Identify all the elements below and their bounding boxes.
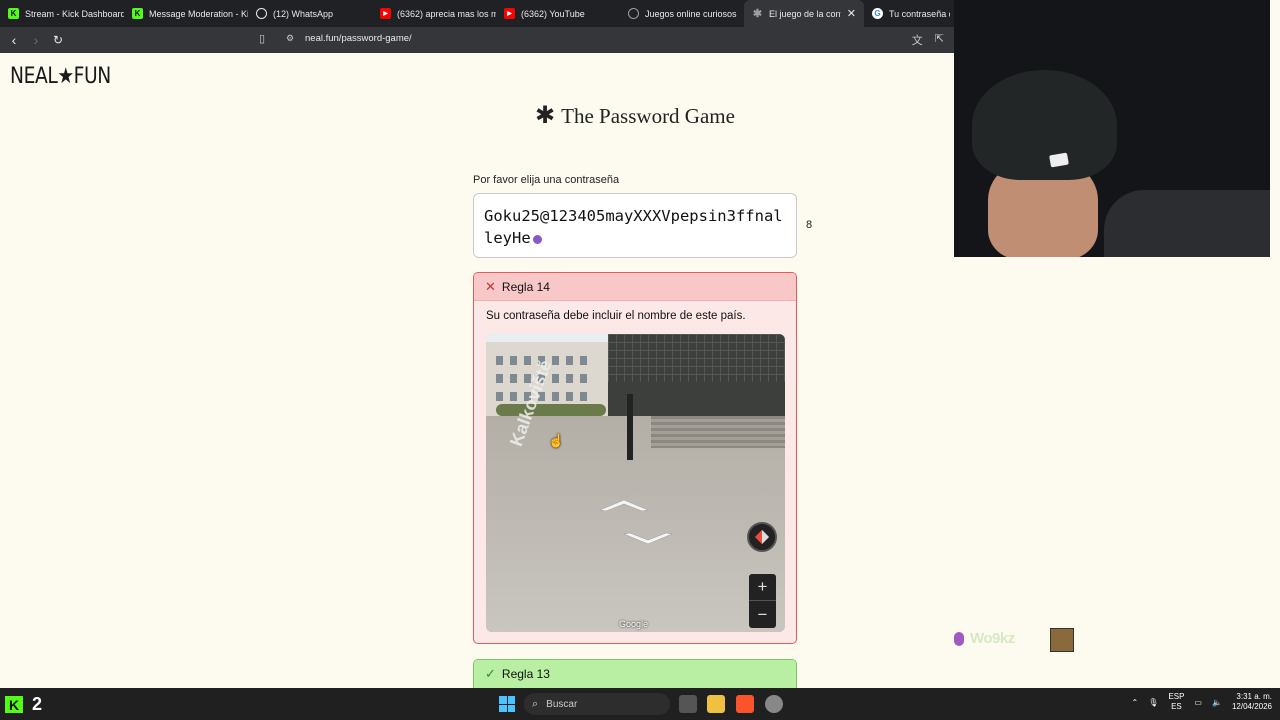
tab-message-moderation[interactable]: K Message Moderation - Ki [124,0,248,27]
zoom-controls: + − [749,574,776,628]
clock[interactable]: 3:31 a. m. 12/04/2026 [1232,692,1272,712]
tab-label: (12) WhatsApp [273,8,334,19]
hand-cursor-icon: ☝ [548,433,565,448]
chrome-icon[interactable] [765,695,783,713]
tab-label: Juegos online curiosos [645,8,737,19]
google-icon: G [872,8,883,19]
rule-title: Regla 14 [501,279,550,294]
tab-youtube-video[interactable]: ▶ (6362) aprecia mas los m [372,0,496,27]
rule-13: ✓ Regla 13 [473,659,797,688]
overlay-area [954,257,1270,688]
tab-label: (6362) YouTube [521,8,585,19]
tab-strip: K Stream - Kick Dashboard K Message Mode… [0,0,954,27]
page-right-edge [1270,0,1280,688]
move-back-arrow[interactable] [622,532,674,546]
zoom-out-button[interactable]: − [749,601,776,628]
clock-date: 12/04/2026 [1231,702,1272,711]
kick-icon[interactable]: K [5,696,23,713]
windows-taskbar: K 2 ⌕ Buscar ⌃ 🎙 ESP ES ▭ 🔈 3:31 a. m. 1… [0,688,1280,720]
tab-label: Stream - Kick Dashboard [25,8,124,19]
rule-text: Su contraseña debe incluir el nombre de … [486,310,746,322]
star-icon: ✱ [752,8,763,20]
windows-start-icon[interactable] [499,696,515,712]
tab-kick-dashboard[interactable]: K Stream - Kick Dashboard [0,0,124,27]
lang-code: ESP [1168,692,1185,701]
chat-user-badge: Wo9kz [954,628,1074,652]
language-indicator[interactable]: ESP ES [1168,692,1184,712]
clock-time: 3:31 a. m. [1236,692,1272,701]
check-icon: ✓ [485,666,496,681]
volume-icon[interactable]: 🔈 [1212,698,1222,707]
purple-circle-icon [532,235,542,244]
avatar [1050,628,1074,652]
map-ground [486,416,785,632]
task-view-icon[interactable] [679,695,697,713]
microphone-icon [954,631,964,646]
page-icon [628,8,639,19]
webcam-overlay [954,0,1270,257]
tab-juegos-online[interactable]: Juegos online curiosos [620,0,744,27]
microphone-icon[interactable]: 🎙 [1148,698,1158,707]
back-icon[interactable]: ‹ [4,30,24,50]
zoom-in-button[interactable]: + [749,574,776,601]
system-tray: ⌃ 🎙 ESP ES ▭ 🔈 3:31 a. m. 12/04/2026 [1132,692,1272,712]
site-info-icon[interactable]: ⚙ [286,33,294,44]
youtube-icon: ▶ [504,8,515,19]
webcam-background [1104,190,1270,257]
character-count: 8 [806,219,813,231]
address-bar: ‹ › ↻ ▯ ⚙ neal.fun/password-game/ 文 ⇱ [0,27,954,53]
page-title-text: The Password Game [561,104,735,128]
webcam-cap [972,70,1117,180]
network-icon[interactable]: ▭ [1194,698,1202,707]
translate-icon[interactable]: 文 [912,32,923,48]
password-text: Goku25@123405mayXXXVpepsin3ffnalleyHe [484,207,783,247]
tab-label: El juego de la contra [769,8,841,19]
tab-youtube[interactable]: ▶ (6362) YouTube [496,0,620,27]
map-building-dark [608,334,785,416]
youtube-icon: ▶ [380,8,391,19]
close-icon[interactable]: ✕ [841,7,856,20]
page-content: NEAL★FUN ✱ The Password Game Por favor el… [0,53,954,688]
search-placeholder: Buscar [546,698,578,710]
compass-icon[interactable] [747,522,777,552]
tab-label: Message Moderation - Ki [149,8,248,19]
share-icon[interactable]: ⇱ [935,32,944,48]
url-field[interactable]: neal.fun/password-game/ [305,33,412,44]
tab-password-game[interactable]: ✱ El juego de la contra ✕ [744,0,864,27]
lang-region: ES [1171,702,1182,711]
brave-browser-icon[interactable] [736,695,754,713]
kick-icon: K [8,8,19,19]
tab-label: Tu contraseña de [889,8,950,19]
password-prompt: Por favor elija una contraseña [473,174,620,186]
asterisk-icon: ✱ [535,103,556,129]
reload-icon[interactable]: ↻ [48,30,68,50]
move-forward-arrow[interactable] [598,498,650,512]
chevron-up-icon[interactable]: ⌃ [1132,698,1139,707]
taskbar-search[interactable]: ⌕ Buscar [524,693,670,715]
rule-header: ✕ Regla 14 [474,273,796,301]
google-logo: Google [619,619,649,629]
whatsapp-icon [256,8,267,19]
map-trees [496,404,606,416]
bookmark-icon[interactable]: ▯ [259,32,265,45]
rule-title: Regla 13 [501,667,550,681]
site-logo[interactable]: NEAL★FUN [10,64,111,89]
rule-14: ✕ Regla 14 Su contraseña debe incluir el… [473,272,797,644]
map-pole [627,394,633,460]
chat-username: Wo9kz [970,630,1015,647]
rule-header: ✓ Regla 13 [474,660,796,688]
file-explorer-icon[interactable] [707,695,725,713]
tab-label: (6362) aprecia mas los m [397,8,496,19]
tab-google-password[interactable]: G Tu contraseña de [864,0,950,27]
kick-viewer-count: 2 [32,694,43,714]
map-steps [651,416,785,448]
password-input[interactable]: Goku25@123405mayXXXVpepsin3ffnalleyHe [473,193,797,258]
search-icon: ⌕ [532,697,539,710]
kick-icon: K [132,8,143,19]
x-icon: ✕ [485,278,496,294]
street-view-map[interactable]: Kalkoviště + − Google [486,334,785,632]
page-title: ✱ The Password Game [0,101,954,130]
tab-whatsapp[interactable]: (12) WhatsApp [248,0,372,27]
forward-icon[interactable]: › [26,30,46,50]
